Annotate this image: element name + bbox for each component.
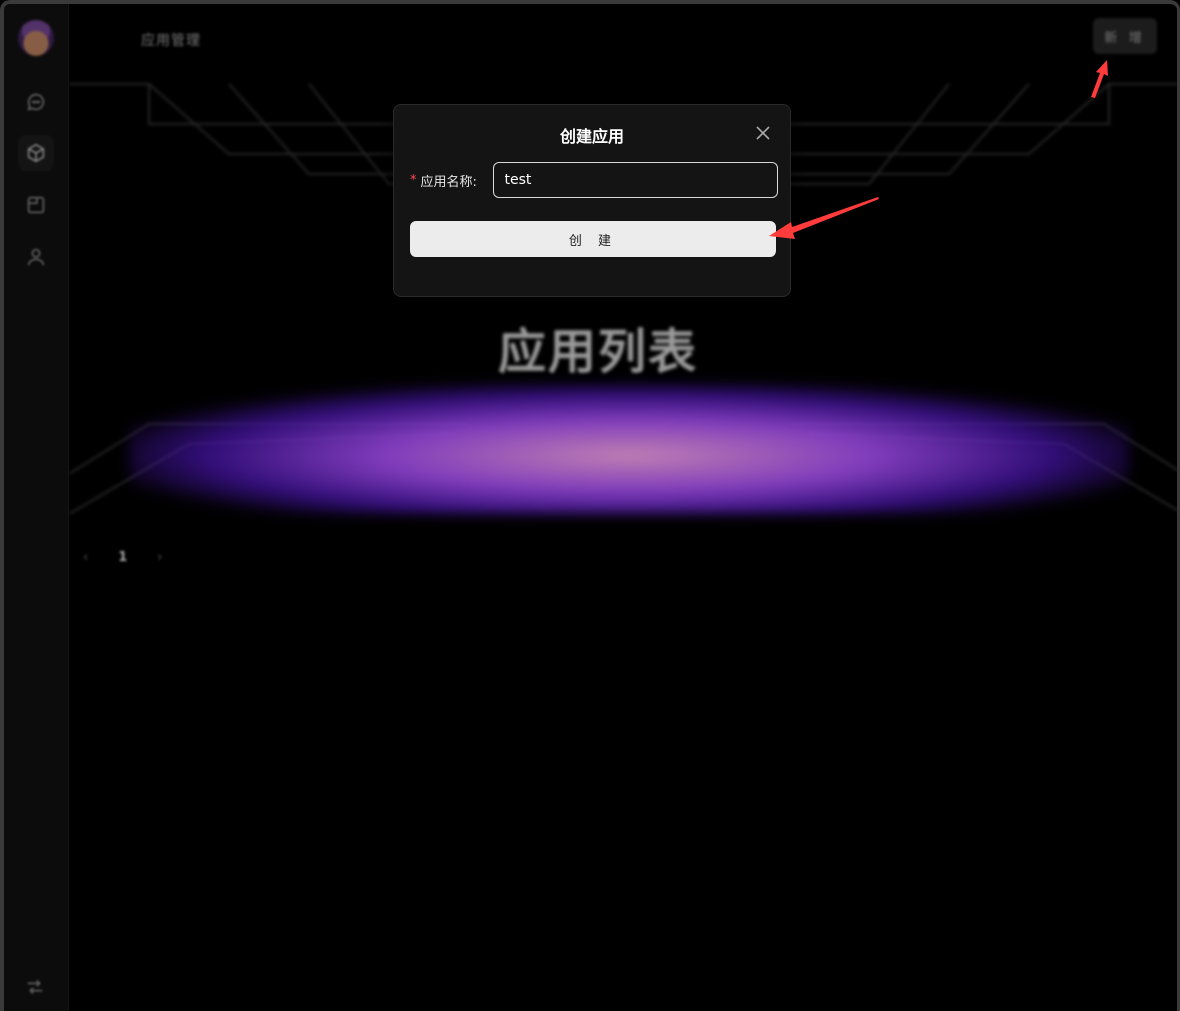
- settings-icon[interactable]: [24, 976, 46, 1002]
- pager-page-1[interactable]: 1: [118, 550, 127, 565]
- hero-title: 应用列表: [497, 324, 698, 380]
- user-icon[interactable]: [18, 239, 54, 275]
- app-name-row: * 应用名称:: [410, 162, 778, 198]
- app-name-input[interactable]: [492, 162, 778, 198]
- required-mark: *: [410, 172, 417, 188]
- create-button[interactable]: 创 建: [410, 221, 776, 257]
- close-icon[interactable]: [754, 124, 772, 142]
- create-app-modal: 创建应用 * 应用名称: 创 建: [393, 104, 791, 297]
- hero-glow: [129, 384, 1129, 514]
- calendar-icon[interactable]: [18, 187, 54, 223]
- app-name-label: 应用名称:: [420, 174, 477, 190]
- chat-icon[interactable]: [18, 84, 54, 120]
- pagination: ‹ 1 ›: [83, 550, 162, 565]
- pager-next-button[interactable]: ›: [157, 550, 162, 565]
- sidebar: [4, 4, 69, 1011]
- pager-prev-button[interactable]: ‹: [83, 550, 88, 565]
- modal-title: 创建应用: [559, 127, 624, 146]
- avatar[interactable]: [18, 20, 54, 56]
- app-cube-icon[interactable]: [18, 135, 54, 171]
